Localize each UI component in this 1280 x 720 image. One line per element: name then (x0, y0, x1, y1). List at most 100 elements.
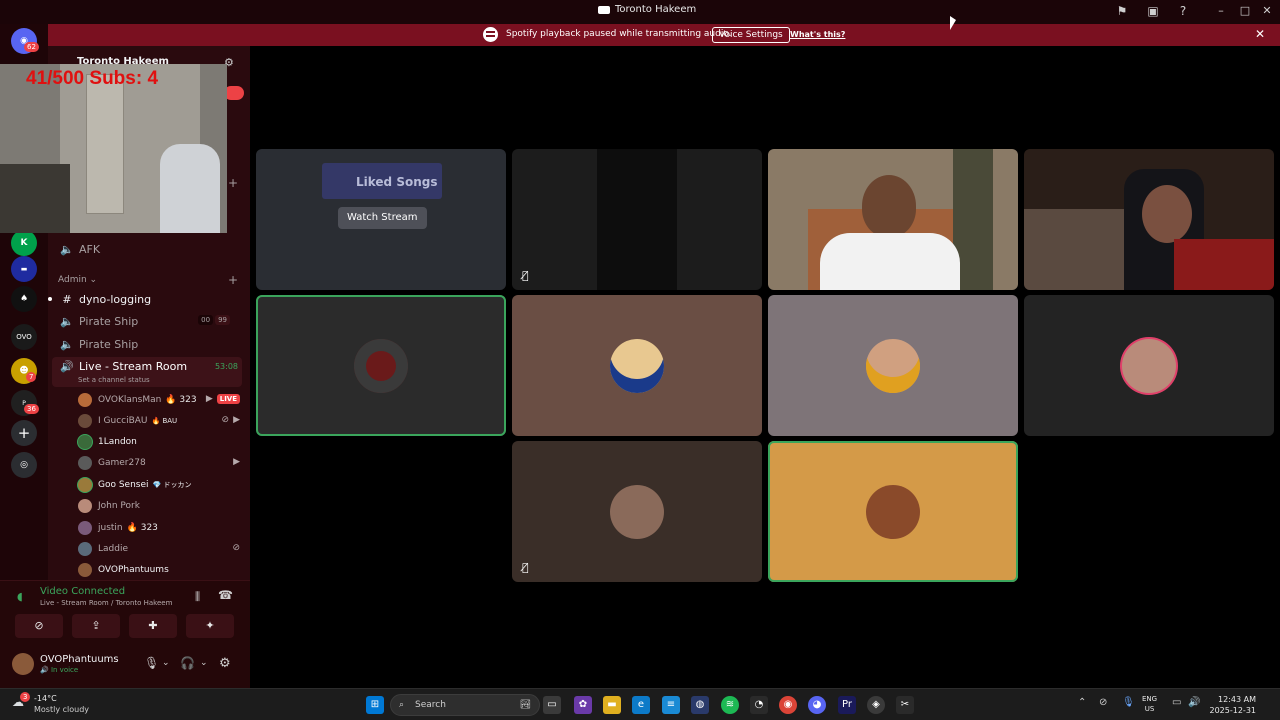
member-ovophantuums[interactable]: OVOPhantuums (78, 560, 244, 580)
clock[interactable]: 12:43 AM 2025-12-31 (1206, 694, 1257, 716)
microphone-icon[interactable]: 🎙 (144, 656, 159, 670)
discord-taskbar-icon[interactable]: ◕ (808, 696, 826, 714)
app-icon-dark[interactable]: ◈ (867, 696, 885, 714)
taskbar-search[interactable]: ⌕ Search 🏞 (390, 694, 540, 716)
noise-suppression-icon[interactable]: ⫼ (195, 590, 200, 604)
soundboard-button[interactable]: ✦ (186, 614, 234, 638)
start-icon[interactable]: ⊞ (366, 696, 384, 714)
app-icon-green[interactable]: ◔ (750, 696, 768, 714)
avatar-tile-5[interactable]: 🎙̸ (512, 441, 762, 582)
camera-off-button[interactable]: ⊘ (15, 614, 63, 638)
close-window-button[interactable]: ✕ (1256, 2, 1278, 20)
webcam-overlay: 41/500 Subs: 4 (0, 64, 227, 233)
microphone-tray-icon[interactable]: 🎙 (1122, 697, 1135, 708)
avatar (78, 478, 92, 492)
avatar-tile-4[interactable] (1024, 295, 1274, 436)
channel-live-stream-room[interactable]: 🔊 Live - Stream Room 53:08 Set a channel… (52, 357, 242, 387)
unread-dot (48, 297, 52, 301)
member-tag: 🔥 BAU (151, 417, 178, 425)
close-notice-icon[interactable]: ✕ (1255, 27, 1265, 41)
voice-status[interactable]: Video Connected (40, 586, 125, 597)
video-tile-webcam-1[interactable] (768, 149, 1018, 290)
minimize-button[interactable]: – (1210, 2, 1232, 20)
server-icon-ovo[interactable]: OVO (11, 324, 37, 350)
signal-icon[interactable]: ◖ (17, 590, 23, 603)
tray-chevron-icon[interactable]: ⌃ (1078, 697, 1086, 708)
task-view-icon[interactable]: ▭ (543, 696, 561, 714)
whats-this-link[interactable]: What's this? (790, 30, 845, 39)
help-icon[interactable]: ? (1175, 3, 1191, 19)
member-goo-sensei[interactable]: Goo Sensei 💎 ドッカン (78, 475, 244, 495)
copilot-icon[interactable]: ✿ (574, 696, 592, 714)
channel-pirate-ship-2[interactable]: 🔈 Pirate Ship (52, 334, 242, 354)
headphones-icon[interactable]: 🎧 (180, 656, 195, 670)
edge-icon[interactable]: e (632, 696, 650, 714)
server-icon-dark[interactable]: ♠ (11, 286, 37, 312)
video-tile-dark[interactable]: 🎙̸ (512, 149, 762, 290)
member-status: ▶ (233, 457, 240, 467)
speaker-icon: 🔈 (60, 314, 74, 328)
member-laddie[interactable]: Laddie ⊘ (78, 539, 244, 559)
server-icon-k[interactable]: K (11, 230, 37, 256)
display-icon[interactable]: ▭ (1172, 697, 1181, 708)
window-title: Toronto Hakeem (598, 4, 696, 15)
mouse-cursor (950, 16, 956, 30)
webcam-door (86, 74, 124, 214)
chevron-down-icon[interactable]: ⌄ (162, 658, 170, 668)
add-admin-channel-icon[interactable]: + (228, 273, 238, 287)
member-john-pork[interactable]: John Pork (78, 496, 244, 516)
inbox-icon[interactable]: ▣ (1145, 3, 1161, 19)
chrome-icon[interactable]: ◉ (779, 696, 797, 714)
boost-pill[interactable] (224, 86, 244, 100)
obs-icon[interactable]: ◍ (691, 696, 709, 714)
voice-settings-button[interactable]: Voice Settings (712, 27, 790, 43)
user-name[interactable]: OVOPhantuums (40, 654, 119, 665)
channel-pirate-ship-1[interactable]: 🔈 Pirate Ship 00 99 (52, 311, 242, 331)
settings-gear-icon[interactable]: ⚙ (219, 656, 231, 671)
live-badge: LIVE (216, 394, 240, 404)
video-tile-webcam-2[interactable] (1024, 149, 1274, 290)
file-explorer-icon[interactable]: ▬ (603, 696, 621, 714)
member-gamer278[interactable]: Gamer278 ▶ (78, 453, 244, 473)
add-server-icon[interactable]: + (11, 420, 37, 446)
notice-message: Spotify playback paused while transmitti… (506, 29, 732, 39)
chevron-down-icon[interactable]: ⌄ (200, 658, 208, 668)
member-ovoklansman[interactable]: OVOKlansMan 🔥 323 ▶ LIVE (78, 390, 244, 410)
avatar-tile-6[interactable] (768, 441, 1018, 582)
channel-afk[interactable]: 🔈 AFK (52, 239, 242, 259)
add-channel-icon[interactable]: + (228, 176, 238, 190)
share-screen-button[interactable]: ⇪ (72, 614, 120, 638)
avatar-tile-3[interactable] (768, 295, 1018, 436)
activities-button[interactable]: ✚ (129, 614, 177, 638)
snipping-tool-icon[interactable]: ✂ (896, 696, 914, 714)
network-off-icon[interactable]: ⊘ (1099, 697, 1107, 708)
member-status: ⊘ ▶ (222, 415, 240, 425)
discover-icon[interactable]: ◎ (11, 452, 37, 478)
member-1landon[interactable]: 1Landon (78, 432, 244, 452)
disconnect-icon[interactable]: ☎ (218, 588, 233, 602)
avatar-tile-2[interactable] (512, 295, 762, 436)
volume-icon[interactable]: 🔊 (1188, 697, 1200, 708)
language-indicator[interactable]: ENG US (1142, 694, 1157, 714)
avatar (78, 499, 92, 513)
flag-icon[interactable]: ⚑ (1114, 3, 1130, 19)
voice-location[interactable]: Live - Stream Room / Toronto Hakeem (40, 599, 172, 607)
member-justin[interactable]: justin 🔥 323 (78, 518, 244, 538)
maximize-button[interactable]: □ (1234, 2, 1256, 20)
notepad-icon[interactable]: ≡ (662, 696, 680, 714)
channel-status[interactable]: Set a channel status (78, 376, 150, 384)
member-guccibau[interactable]: I GucciBAU 🔥 BAU ⊘ ▶ (78, 411, 244, 431)
premiere-icon[interactable]: Pr (838, 696, 856, 714)
weather-desc[interactable]: Mostly cloudy (34, 705, 89, 714)
weather-temp[interactable]: -14°C (34, 694, 57, 703)
user-avatar[interactable] (12, 653, 34, 675)
channel-dyno-logging[interactable]: # dyno-logging (52, 289, 242, 309)
server-badge-1: 7 (26, 372, 37, 382)
stream-preview-tile[interactable]: Liked Songs Watch Stream (256, 149, 506, 290)
server-icon (598, 5, 610, 14)
spotify-taskbar-icon[interactable]: ≋ (721, 696, 739, 714)
avatar-tile-1[interactable] (256, 295, 506, 436)
watch-stream-button[interactable]: Watch Stream (338, 207, 427, 229)
server-icon-blue[interactable]: ▬ (11, 256, 37, 282)
category-admin[interactable]: Admin ⌄ (58, 275, 97, 285)
